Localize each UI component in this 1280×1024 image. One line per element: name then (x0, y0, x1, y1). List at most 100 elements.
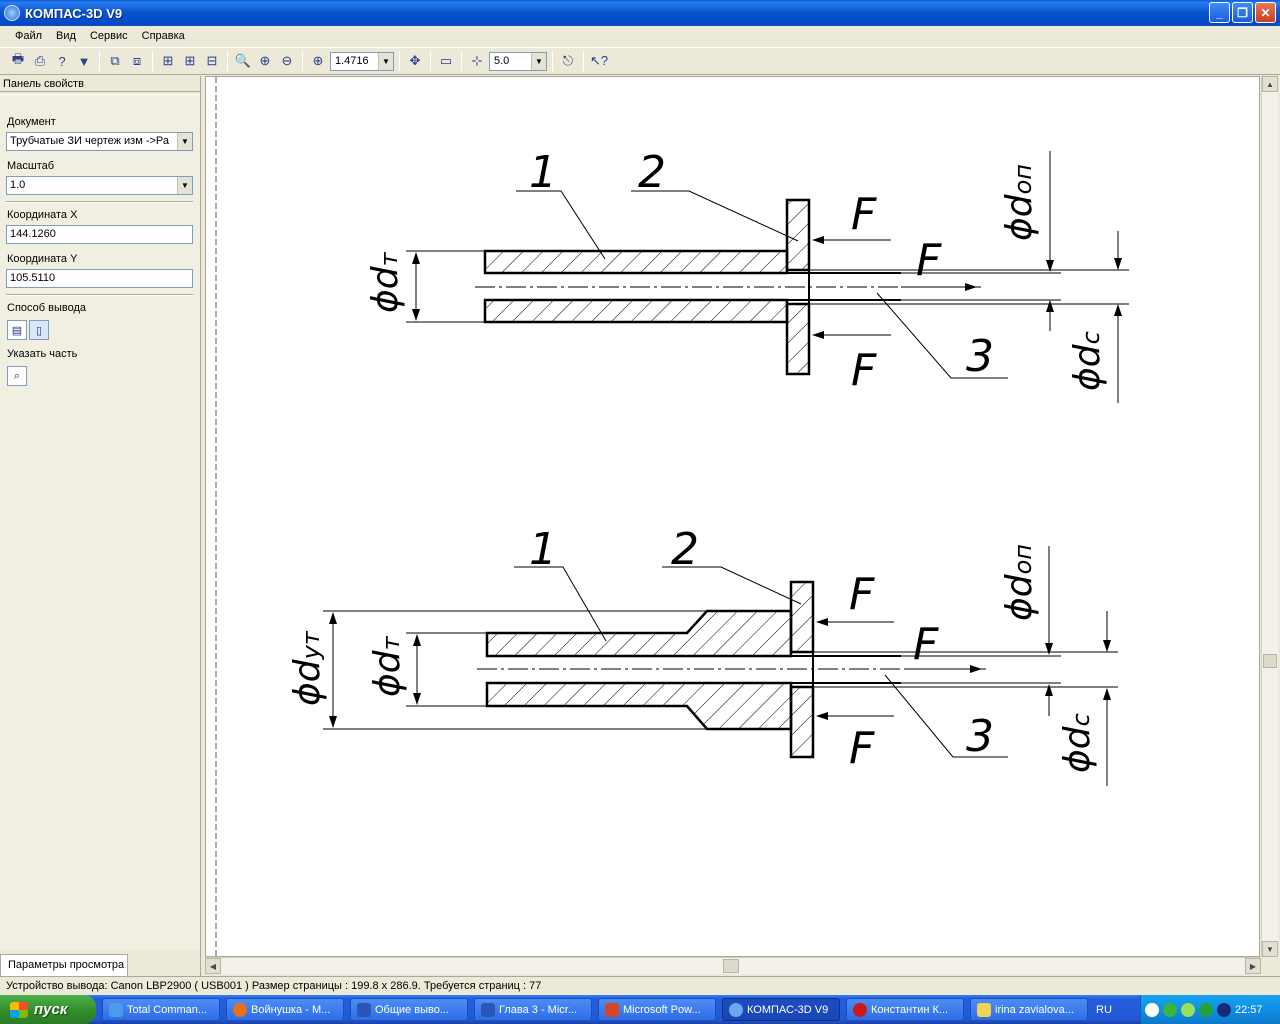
horizontal-scroll-thumb[interactable] (723, 959, 739, 973)
scroll-up-icon[interactable]: ▲ (1262, 76, 1278, 92)
filter-icon[interactable]: ▼ (74, 51, 94, 71)
bottom-dim-dut: ϕdут (287, 630, 328, 706)
context-help-icon[interactable]: ↖? (589, 51, 609, 71)
coord-y-label: Координата Y (7, 253, 78, 265)
drawing-svg: 1 2 3 F F F ϕdт ϕdоп ϕdс 1 2 3 F F F ϕdу… (215, 77, 1129, 956)
scroll-left-icon[interactable]: ◀ (205, 958, 221, 974)
menu-file[interactable]: Файл (8, 30, 49, 42)
coord-x-label: Координата X (7, 209, 78, 221)
grid-layout-1-icon[interactable]: ⊞ (158, 51, 178, 71)
word-icon (357, 1002, 371, 1017)
menu-help[interactable]: Справка (135, 30, 192, 42)
taskbar-item-mail[interactable]: irina zavialova... (970, 998, 1088, 1021)
title-bar: КОМПАС-3D V9 _ ❐ ✕ (0, 0, 1280, 26)
menu-view[interactable]: Вид (49, 30, 83, 42)
tray-star-icon[interactable] (1217, 1002, 1231, 1017)
output-page-icon[interactable]: ▤ (7, 320, 27, 340)
bottom-force-2: F (913, 619, 939, 670)
help-doc-icon[interactable]: ? (52, 51, 72, 71)
move-step-icon[interactable]: ⊹ (467, 51, 487, 71)
system-tray: 22:57 (1140, 995, 1280, 1024)
menu-service[interactable]: Сервис (83, 30, 135, 42)
taskbar: пуск Total Comman... Войнушка - М... Общ… (0, 995, 1280, 1024)
drawing-canvas[interactable]: 1 2 3 F F F ϕdт ϕdоп ϕdс 1 2 3 F F F ϕdу… (205, 76, 1260, 957)
vertical-scrollbar[interactable]: ▲ ▼ (1261, 76, 1278, 957)
document-select[interactable]: Трубчатые ЗИ чертеж изм ->Ра ▼ (6, 132, 193, 151)
tray-arrow-icon[interactable] (1145, 1002, 1159, 1017)
mail-icon (977, 1002, 991, 1017)
output-sheet-icon[interactable]: ▯ (29, 320, 49, 340)
close-button[interactable]: ✕ (1255, 2, 1276, 23)
vertical-scroll-thumb[interactable] (1263, 654, 1277, 668)
chevron-down-icon[interactable]: ▼ (378, 52, 393, 70)
tray-antivirus-icon[interactable] (1199, 1002, 1213, 1017)
maximize-button[interactable]: ❐ (1232, 2, 1253, 23)
firefox-icon (233, 1002, 247, 1017)
scale-select[interactable]: 1.0 ▼ (6, 176, 193, 195)
copy-sheets-icon[interactable]: ⧉ (105, 51, 125, 71)
chevron-down-icon[interactable]: ▼ (531, 52, 546, 70)
app-icon (4, 5, 20, 21)
tray-icq-icon[interactable] (1163, 1002, 1177, 1017)
tab-view-params[interactable]: Параметры просмотра (0, 954, 128, 976)
pan-icon[interactable]: ✥ (405, 51, 425, 71)
document-value: Трубчатые ЗИ чертеж изм ->Ра (10, 135, 170, 147)
top-dim-dt: ϕdт (365, 251, 406, 313)
coord-y-field[interactable]: 105.5110 (6, 269, 193, 288)
scroll-right-icon[interactable]: ▶ (1245, 958, 1261, 974)
status-bar: Устройство вывода: Canon LBP2900 ( USB00… (0, 976, 1280, 995)
taskbar-item-word-1[interactable]: Общие выво... (350, 998, 468, 1021)
bottom-label-2: 2 (671, 524, 699, 575)
exit-preview-icon[interactable]: ⎋ (558, 51, 578, 71)
print-icon[interactable]: 🖶 (8, 51, 28, 71)
grid-layout-3-icon[interactable]: ⊟ (202, 51, 222, 71)
sheet-icon[interactable]: ▭ (436, 51, 456, 71)
select-part-label: Указать часть (7, 348, 78, 360)
bottom-label-1: 1 (529, 524, 557, 575)
total-commander-icon (109, 1002, 123, 1017)
print-setup-icon[interactable]: ⎙ (30, 51, 50, 71)
paste-sheets-icon[interactable]: ⧈ (127, 51, 147, 71)
zoom-scale-icon[interactable]: ⊕ (308, 51, 328, 71)
select-part-icon[interactable]: ⌕ (7, 366, 27, 386)
bottom-label-3: 3 (966, 711, 994, 762)
start-button[interactable]: пуск (0, 995, 96, 1024)
zoom-out-icon[interactable]: ⊖ (277, 51, 297, 71)
minimize-button[interactable]: _ (1209, 2, 1230, 23)
word-icon (481, 1002, 495, 1017)
zoom-window-icon[interactable]: 🔍 (233, 51, 253, 71)
zoom-combo[interactable]: 1.4716 ▼ (330, 51, 394, 71)
bottom-force-1: F (849, 569, 875, 620)
taskbar-item-word-2[interactable]: Глава 3 - Micr... (474, 998, 592, 1021)
top-force-3: F (851, 345, 877, 396)
document-label: Документ (7, 116, 56, 128)
top-label-3: 3 (966, 331, 994, 382)
bottom-force-3: F (849, 723, 875, 774)
taskbar-item-opera[interactable]: Константин К... (846, 998, 964, 1021)
tray-shield-icon[interactable] (1181, 1002, 1195, 1017)
coord-x-field[interactable]: 144.1260 (6, 225, 193, 244)
step-combo[interactable]: 5.0 ▼ (489, 51, 547, 71)
taskbar-item-total-commander[interactable]: Total Comman... (102, 998, 220, 1021)
chevron-down-icon[interactable]: ▼ (177, 177, 192, 194)
taskbar-item-kompas[interactable]: КОМПАС-3D V9 (722, 998, 840, 1021)
properties-panel: Панель свойств Документ Трубчатые ЗИ чер… (0, 76, 201, 976)
scroll-down-icon[interactable]: ▼ (1262, 941, 1278, 957)
top-label-1: 1 (529, 147, 557, 198)
scale-label: Масштаб (7, 160, 55, 172)
powerpoint-icon (605, 1002, 619, 1017)
zoom-value: 1.4716 (335, 55, 369, 67)
kompas-icon (729, 1002, 743, 1017)
chevron-down-icon[interactable]: ▼ (177, 133, 192, 150)
grid-layout-2-icon[interactable]: ⊞ (180, 51, 200, 71)
top-dim-dc: ϕdс (1067, 331, 1108, 391)
output-mode-label: Способ вывода (7, 302, 86, 314)
zoom-in-icon[interactable]: ⊕ (255, 51, 275, 71)
taskbar-item-firefox[interactable]: Войнушка - М... (226, 998, 344, 1021)
top-force-1: F (851, 189, 877, 240)
horizontal-scrollbar[interactable]: ◀ ▶ (205, 957, 1261, 974)
panel-title: Панель свойств (0, 76, 200, 92)
taskbar-item-powerpoint[interactable]: Microsoft Pow... (598, 998, 716, 1021)
language-indicator[interactable]: RU (1096, 1004, 1112, 1016)
clock: 22:57 (1235, 1003, 1263, 1016)
